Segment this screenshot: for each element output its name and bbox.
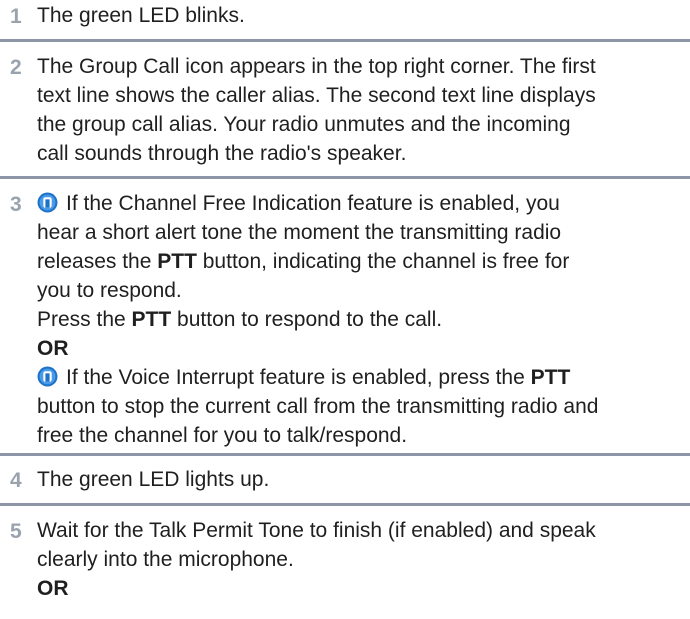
radio-feature-icon	[37, 366, 58, 387]
step-text-line: The Group Call icon appears in the top r…	[37, 55, 596, 78]
or-label: OR	[37, 577, 69, 600]
step-text-line: clearly into the microphone.	[37, 548, 294, 571]
ptt-label: PTT	[157, 250, 197, 273]
ptt-label: PTT	[530, 366, 571, 389]
step-text-line: button to stop the current call from the…	[37, 395, 599, 418]
step-text-line: you to respond.	[37, 279, 182, 302]
step-divider	[0, 39, 690, 42]
step-text-line: Wait for the Talk Permit Tone to finish …	[37, 519, 596, 542]
ptt-label: PTT	[131, 308, 172, 331]
step-text-line: text line shows the caller alias. The se…	[37, 84, 596, 107]
step-divider	[0, 503, 690, 506]
text-fragment: Press the	[37, 308, 132, 331]
step-text: If the Channel Free Indication feature i…	[66, 192, 560, 215]
text-fragment: button, indicating the channel is free f…	[196, 250, 570, 273]
step-text-line: free the channel for you to talk/respond…	[37, 424, 408, 447]
step-text-line: the group call alias. Your radio unmutes…	[37, 113, 571, 136]
step-divider	[0, 176, 690, 179]
step-number: 5	[10, 520, 22, 543]
step-number: 1	[10, 5, 22, 28]
radio-feature-icon	[37, 192, 58, 213]
text-fragment: If the Voice Interrupt feature is enable…	[66, 366, 531, 389]
step-divider	[0, 453, 690, 456]
step-number: 3	[10, 193, 22, 216]
step-text-line: hear a short alert tone the moment the t…	[37, 221, 562, 244]
text-fragment: releases the	[37, 250, 158, 273]
step-number: 2	[10, 56, 22, 79]
step-number: 4	[10, 469, 22, 492]
text-fragment: button to respond to the call.	[171, 308, 443, 331]
step-text: The green LED blinks.	[37, 4, 245, 27]
step-text: The green LED lights up.	[37, 468, 270, 491]
or-label: OR	[37, 337, 69, 360]
step-text-line: call sounds through the radio's speaker.	[37, 142, 407, 165]
